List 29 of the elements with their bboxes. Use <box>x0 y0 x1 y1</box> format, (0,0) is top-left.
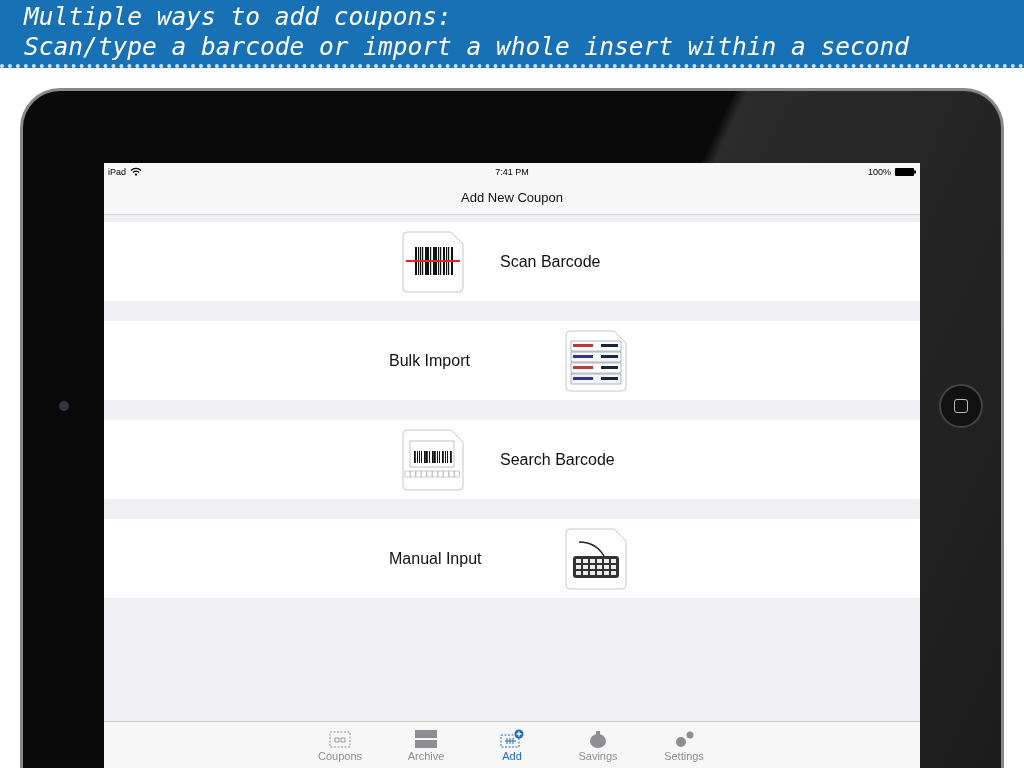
tab[interactable]: Settings <box>649 722 719 768</box>
option-label: Search Barcode <box>500 450 616 469</box>
option-row[interactable]: Scan Barcode <box>104 222 920 301</box>
status-time: 7:41 PM <box>495 166 529 177</box>
camera-icon <box>58 400 69 411</box>
tab-icon <box>328 728 352 749</box>
option-icon <box>402 428 464 491</box>
battery-percent: 100% <box>867 166 891 177</box>
tab[interactable]: Savings <box>563 722 633 768</box>
tab[interactable]: Add <box>477 722 547 768</box>
option-label: Scan Barcode <box>500 252 602 271</box>
option-label: Manual Input <box>389 549 483 568</box>
option-icon <box>565 329 627 392</box>
option-row[interactable]: Manual Input <box>104 519 920 598</box>
tab-icon <box>500 728 524 749</box>
wifi-icon <box>130 167 142 176</box>
option-row[interactable]: Search Barcode <box>104 420 920 499</box>
tab[interactable]: Coupons <box>305 722 375 768</box>
navigation-title: Add New Coupon <box>461 189 563 205</box>
option-icon <box>565 527 627 590</box>
banner-text: Scan/type a barcode or import a whole insert within a second <box>24 32 910 62</box>
tab-icon <box>414 728 438 749</box>
option-label: Bulk Import <box>389 351 471 370</box>
option-row[interactable]: Bulk Import <box>104 321 920 400</box>
option-icon <box>402 230 464 293</box>
battery-icon <box>895 167 916 176</box>
banner-text: Multiple ways to add coupons: <box>24 2 453 32</box>
device-label: iPad <box>108 166 126 177</box>
tab[interactable]: Archive <box>391 722 461 768</box>
